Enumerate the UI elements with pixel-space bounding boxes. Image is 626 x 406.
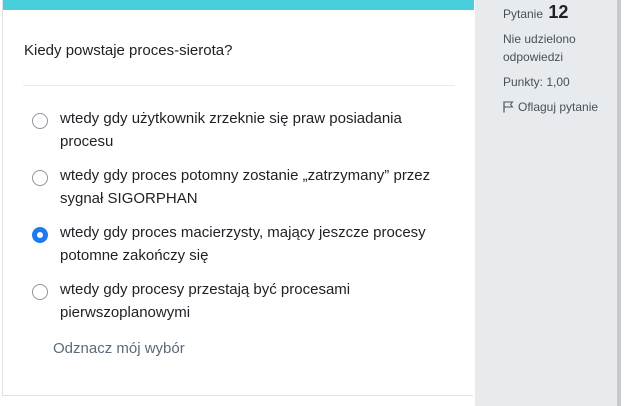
question-word: Pytanie	[503, 7, 544, 21]
answer-radio-4[interactable]	[32, 284, 48, 300]
answer-label-2: wtedy gdy proces potomny zostanie „zatrz…	[60, 167, 431, 207]
quiz-page: Kiedy powstaje proces-sierota? wtedy gdy…	[0, 0, 626, 406]
question-grade: Punkty: 1,00	[503, 75, 570, 89]
question-divider	[23, 85, 455, 86]
question-card: Kiedy powstaje proces-sierota? wtedy gdy…	[2, 0, 474, 396]
window-edge-inner	[621, 0, 626, 406]
answer-option-4[interactable]: wtedy gdy procesy przestają być procesam…	[23, 279, 443, 324]
answer-option-1[interactable]: wtedy gdy użytkownik zrzeknie się praw p…	[23, 108, 443, 153]
flag-question-label: Oflaguj pytanie	[518, 100, 599, 114]
question-number: 12	[548, 2, 569, 22]
question-text: Kiedy powstaje proces-sierota?	[24, 42, 233, 59]
answer-label-1: wtedy gdy użytkownik zrzeknie się praw p…	[60, 110, 402, 150]
question-number-label: Pytanie 12	[503, 2, 568, 23]
flag-question-link[interactable]: Oflaguj pytanie	[503, 100, 598, 114]
flag-icon	[503, 101, 514, 113]
clear-choice-link[interactable]: Odznacz mój wybór	[53, 340, 185, 358]
answer-radio-3[interactable]	[32, 227, 48, 243]
question-state: Nie udzielono odpowiedzi	[503, 32, 576, 64]
answer-option-2[interactable]: wtedy gdy proces potomny zostanie „zatrz…	[23, 165, 443, 210]
answer-label-4: wtedy gdy procesy przestają być procesam…	[60, 281, 351, 321]
answer-radio-1[interactable]	[32, 113, 48, 129]
answer-option-3[interactable]: wtedy gdy proces macierzysty, mający jes…	[23, 222, 443, 267]
question-card-accent-bar	[3, 0, 474, 10]
answer-label-3: wtedy gdy proces macierzysty, mający jes…	[60, 224, 426, 264]
answer-radio-2[interactable]	[32, 170, 48, 186]
question-info-panel: Pytanie 12 Nie udzielono odpowiedzi Punk…	[475, 0, 617, 406]
answer-list: wtedy gdy użytkownik zrzeknie się praw p…	[23, 108, 443, 336]
